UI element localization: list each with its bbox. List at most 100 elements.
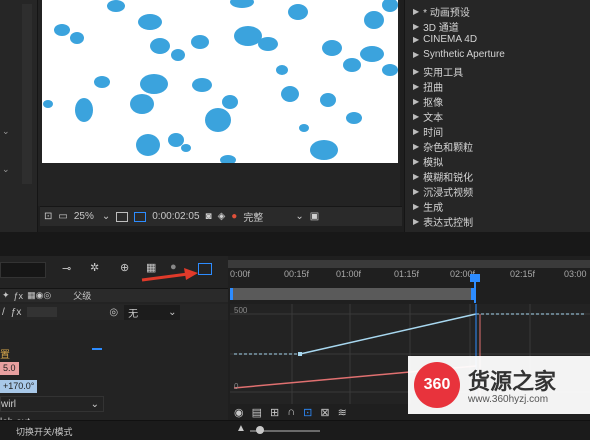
shy-layer-icon[interactable]: ✲ <box>90 261 99 274</box>
scrollbar[interactable] <box>22 4 32 184</box>
grid-icon[interactable]: ▣ <box>310 211 319 222</box>
camera-icon[interactable]: ◙ <box>206 211 212 222</box>
effect-category[interactable]: ▶ 时间 <box>413 124 443 139</box>
panel-divider <box>0 232 590 256</box>
graph-type-icon[interactable]: ▤ <box>252 406 262 419</box>
parent-spiral-icon[interactable]: ◎ <box>109 307 118 318</box>
channel-icon[interactable]: ◈ <box>218 211 226 222</box>
effect-category[interactable]: ▶ 表达式控制 <box>413 214 473 229</box>
property-underline <box>92 348 102 350</box>
effect-category[interactable]: ▶ 生成 <box>413 199 443 214</box>
layer-switch-row: / ƒx ◎ 无 ⌄ <box>0 304 228 320</box>
composition-canvas[interactable] <box>42 0 398 163</box>
watermark-url: www.360hyzj.com <box>468 394 549 405</box>
effect-category[interactable]: ▶ 抠像 <box>413 94 443 109</box>
effect-category[interactable]: ▶ Synthetic Aperture <box>413 49 505 60</box>
layer-link-icon[interactable]: ⊸ <box>62 262 71 275</box>
layer-duration-bar[interactable] <box>230 288 474 300</box>
timecode[interactable]: 0:00:02:05 <box>152 211 199 222</box>
triangle-right-icon: ▶ <box>413 7 420 16</box>
triangle-right-icon: ▶ <box>413 172 420 181</box>
blob-artwork <box>43 0 398 163</box>
effect-category[interactable]: ▶ 沉浸式视频 <box>413 184 473 199</box>
chevron-down-icon[interactable]: ⌄ <box>2 164 10 175</box>
zoom-value: 25% <box>73 211 94 222</box>
toggle-switches-label[interactable]: 切换开关/模式 <box>16 425 73 438</box>
ruler-label: 00:15f <box>284 269 310 279</box>
triangle-right-icon: ▶ <box>413 142 420 151</box>
watermark-logo: 360 <box>414 362 460 408</box>
fit-all-icon[interactable]: ⊠ <box>320 406 329 419</box>
region-icon[interactable] <box>134 211 147 222</box>
zoom-slider-handle[interactable] <box>256 426 264 434</box>
playhead-handle[interactable] <box>470 274 480 282</box>
motion-icon: ▦◉◎ <box>27 290 52 300</box>
effect-category[interactable]: ▶ 模拟 <box>413 154 443 169</box>
ruler-label: 02:15f <box>510 269 536 279</box>
effect-category[interactable]: ▶ 杂色和颗粒 <box>413 139 473 154</box>
chevron-down-icon[interactable]: ⌄ <box>2 126 10 137</box>
eye-icon[interactable]: ◉ <box>234 406 244 419</box>
effect-category[interactable]: ▶ * 动画预设 <box>413 4 470 19</box>
work-area-bar[interactable] <box>228 260 590 268</box>
fx-icon[interactable]: ƒx <box>11 307 22 318</box>
graph-zero-label: 0 <box>234 382 239 391</box>
red-arrow-annotation <box>141 268 198 282</box>
graph-value-label: 500 <box>234 306 248 315</box>
triangle-right-icon: ▶ <box>413 127 420 136</box>
fit-selection-icon[interactable]: ⊡ <box>303 406 312 419</box>
triangle-right-icon: ▶ <box>413 217 420 226</box>
effect-dropdown[interactable]: wirl ⌄ <box>0 396 104 412</box>
zoom-out-icon[interactable]: ▲ <box>236 423 246 434</box>
graph-toolbar: ◉ ▤ ⊞ ∩ ⊡ ⊠ ≋ <box>230 404 410 420</box>
ruler-label: 0:00f <box>230 269 251 279</box>
ruler-label: 01:15f <box>394 269 420 279</box>
triangle-right-icon: ▶ <box>413 187 420 196</box>
timeline-search-input[interactable] <box>0 262 46 278</box>
project-panel: ⌄ ⌄ <box>0 0 38 232</box>
switch-icon: ✦ <box>2 290 10 300</box>
snapshot-icon[interactable]: ⊡ <box>44 211 52 222</box>
color-icon[interactable]: ● <box>231 211 237 222</box>
effect-category[interactable]: ▶ 文本 <box>413 109 443 124</box>
pen-icon[interactable]: / <box>2 307 5 318</box>
transform-box-icon[interactable]: ⊞ <box>270 406 279 419</box>
triangle-right-icon: ▶ <box>413 112 420 121</box>
effect-category[interactable]: ▶ 3D 通道 <box>413 19 459 34</box>
ruler-label: 01:00f <box>336 269 362 279</box>
layer-header-row: ✦ ƒx ▦◉◎ 父级 <box>0 288 228 302</box>
frame-icon[interactable] <box>116 211 129 222</box>
effect-category[interactable]: ▶ 实用工具 <box>413 64 463 79</box>
property-label: 置 <box>0 350 10 361</box>
graph-editor-icon[interactable] <box>198 263 212 275</box>
triangle-right-icon: ▶ <box>413 35 420 44</box>
parent-select[interactable]: 无 ⌄ <box>124 304 181 320</box>
chevron-down-icon: ⌄ <box>90 398 99 410</box>
keyframe-icon[interactable]: ≋ <box>338 406 347 419</box>
effect-category[interactable]: ▶ CINEMA 4D <box>413 34 477 45</box>
resolution-select[interactable]: 完整 ⌄ <box>243 209 303 224</box>
property-value-red[interactable]: 5.0 <box>0 362 19 375</box>
parent-header: 父级 <box>73 291 92 301</box>
resolution-value: 完整 <box>243 213 264 224</box>
triangle-right-icon: ▶ <box>413 202 420 211</box>
zoom-select[interactable]: 25% ⌄ <box>74 211 110 222</box>
effect-category[interactable]: ▶ 扭曲 <box>413 79 443 94</box>
triangle-right-icon: ▶ <box>413 50 420 59</box>
triangle-right-icon: ▶ <box>413 157 420 166</box>
display-icon[interactable]: ▭ <box>58 211 67 222</box>
chevron-down-icon: ⌄ <box>295 211 304 222</box>
ruler-label: 03:00 <box>564 269 587 279</box>
triangle-right-icon: ▶ <box>413 82 420 91</box>
effect-category[interactable]: ▶ 模糊和锐化 <box>413 169 473 184</box>
property-value-blue[interactable]: +170.0° <box>0 380 38 393</box>
triangle-right-icon: ▶ <box>413 97 420 106</box>
viewer-toolbar: ⊡ ▭ 25% ⌄ 0:00:02:05 ◙ ◈ ● 完整 ⌄ ▣ <box>40 206 402 226</box>
triangle-right-icon: ▶ <box>413 67 420 76</box>
switch-box[interactable] <box>27 307 58 317</box>
effects-presets-panel: ▶ * 动画预设 ▶ 3D 通道 ▶ CINEMA 4D ▶ Synthetic Ape… <box>404 0 590 232</box>
snap-icon[interactable]: ∩ <box>287 406 295 418</box>
frame-blend-icon[interactable]: ⊕ <box>120 261 129 274</box>
fx-icon: ƒx <box>13 290 24 301</box>
watermark-title: 货源之家 <box>468 369 557 394</box>
